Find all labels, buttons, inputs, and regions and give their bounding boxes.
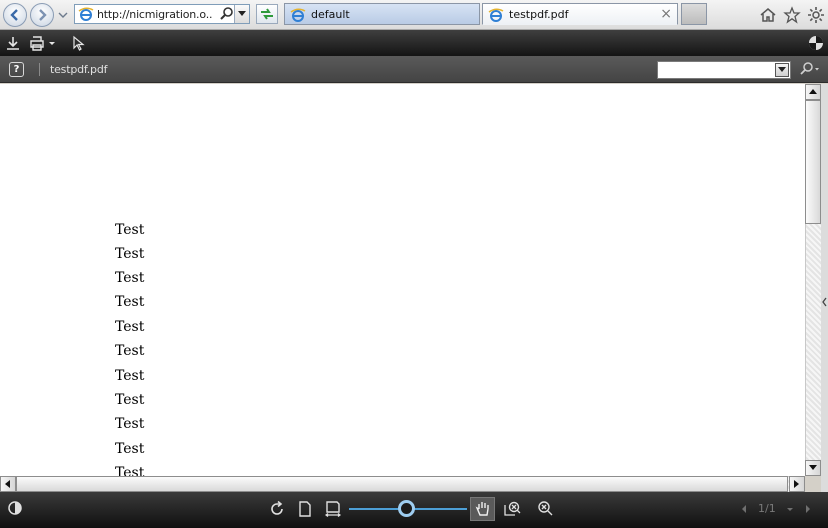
document-text-line: Test [115, 270, 145, 286]
single-page-icon[interactable] [296, 500, 314, 518]
viewer-toolbar [0, 30, 828, 56]
settings-gear-icon[interactable] [807, 6, 825, 24]
ie-logo-icon [78, 7, 94, 21]
back-arrow-icon [10, 9, 18, 21]
chevron-down-icon [778, 67, 786, 72]
arrow-left-icon [5, 480, 10, 488]
find-dropdown-button[interactable] [775, 63, 789, 77]
previous-page-icon[interactable] [740, 504, 748, 514]
scroll-up-button[interactable] [805, 84, 821, 100]
print-dropdown-icon[interactable] [47, 35, 57, 51]
next-page-icon[interactable] [804, 504, 812, 514]
address-dropdown-button[interactable] [234, 5, 249, 23]
document-text-line: Test [115, 246, 145, 262]
zoom-region-icon[interactable] [503, 500, 521, 518]
forward-button[interactable] [30, 3, 54, 27]
page-navigation: 1/1 [740, 502, 812, 515]
zoom-slider-knob[interactable] [398, 500, 415, 517]
dropdown-icon[interactable] [57, 10, 69, 20]
vertical-scrollbar[interactable] [805, 84, 821, 476]
browser-toolbar: http://nicmigration.o... default testpdf… [0, 0, 828, 30]
document-text-line: Test [115, 368, 145, 384]
document-header-bar: ? testpdf.pdf [0, 56, 828, 83]
document-text-line: Test [115, 294, 145, 310]
page-indicator: 1/1 [758, 502, 776, 515]
forward-arrow-icon [39, 9, 47, 21]
favorites-star-icon[interactable] [783, 6, 801, 24]
document-text-line: Test [115, 465, 145, 476]
rotate-icon[interactable] [268, 500, 286, 518]
address-bar[interactable]: http://nicmigration.o... [74, 4, 250, 24]
document-text-line: Test [115, 222, 145, 238]
document-text-line: Test [115, 343, 145, 359]
ie-logo-icon [488, 8, 504, 22]
address-url[interactable]: http://nicmigration.o... [97, 8, 213, 21]
viewer-logo-icon [809, 36, 823, 50]
find-combobox[interactable] [657, 61, 791, 79]
panel-collapse-icon[interactable] [821, 294, 828, 310]
hand-tool-button[interactable] [470, 497, 495, 521]
tab-default[interactable]: default [284, 3, 480, 25]
tab-testpdf[interactable]: testpdf.pdf × [482, 3, 678, 25]
scroll-left-button[interactable] [0, 476, 16, 492]
scroll-down-button[interactable] [805, 460, 821, 476]
contrast-icon[interactable] [6, 499, 24, 517]
hand-tool-icon [475, 502, 489, 516]
tab-label: testpdf.pdf [509, 7, 569, 21]
document-page[interactable]: Test Test Test Test Test Test Test Test … [0, 84, 805, 476]
horizontal-scroll-thumb[interactable] [16, 476, 788, 492]
document-text-line: Test [115, 416, 145, 432]
fit-width-icon[interactable] [324, 500, 342, 518]
vertical-scroll-thumb[interactable] [805, 100, 821, 224]
help-button[interactable]: ? [9, 62, 24, 77]
document-text-line: Test [115, 441, 145, 457]
back-button[interactable] [3, 3, 27, 27]
new-tab-button[interactable] [681, 3, 707, 25]
scrollbar-corner [805, 476, 821, 492]
search-icon[interactable] [219, 6, 235, 22]
document-text-line: Test [115, 392, 145, 408]
document-title: testpdf.pdf [50, 63, 108, 76]
refresh-icon [261, 8, 273, 20]
select-arrow-icon[interactable] [71, 35, 87, 51]
scroll-right-button[interactable] [789, 476, 805, 492]
tab-label: default [311, 7, 350, 21]
refresh-button[interactable] [256, 4, 278, 24]
download-icon[interactable] [5, 35, 21, 51]
close-tab-button[interactable]: × [660, 7, 672, 21]
home-icon[interactable] [759, 6, 777, 24]
print-icon[interactable] [29, 35, 45, 51]
find-search-icon[interactable] [798, 61, 820, 77]
arrow-down-icon [809, 465, 817, 470]
divider [39, 63, 40, 76]
side-panel-gutter [821, 84, 828, 494]
chevron-down-icon [238, 11, 246, 16]
ie-logo-icon [290, 8, 306, 22]
horizontal-scrollbar[interactable] [0, 476, 805, 492]
zoom-out-icon[interactable] [536, 500, 554, 518]
viewer-bottom-toolbar: 1/1 [0, 492, 828, 528]
document-text-line: Test [115, 319, 145, 335]
arrow-right-icon [794, 480, 799, 488]
arrow-up-icon [809, 89, 817, 94]
page-dropdown-icon[interactable] [786, 504, 794, 514]
